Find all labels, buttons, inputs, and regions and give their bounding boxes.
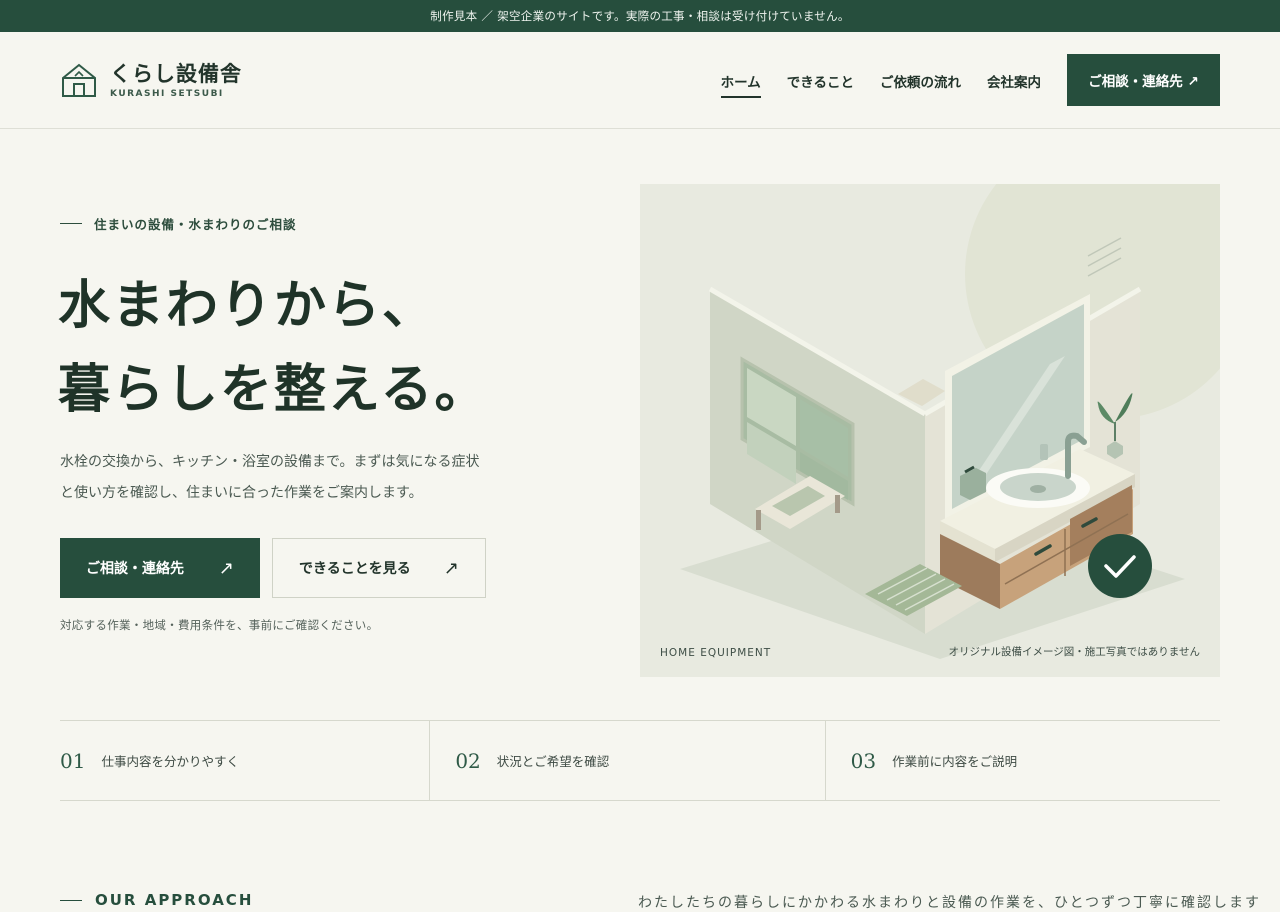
hero-headline: 水まわりから、 暮らしを整える。 <box>58 264 488 432</box>
contact-button[interactable]: ご相談・連絡先 ↗ <box>60 538 260 598</box>
hero-eyebrow: 住まいの設備・水まわりのご相談 <box>60 214 297 233</box>
site-header: くらし設備舎 KURASHI SETSUBI ホーム できること ご依頼の流れ … <box>0 32 1280 129</box>
services-button-label: できることを見る <box>299 561 411 577</box>
feature-label: 状況とご希望を確認 <box>496 754 610 769</box>
feature-item: 01 仕事内容を分かりやすく <box>60 721 429 800</box>
feature-label: 仕事内容を分かりやすく <box>101 754 239 769</box>
approach-text: わたしたちの暮らしにかかわる水まわりと設備の作業を、ひとつずつ丁寧に確認します <box>638 895 1262 911</box>
services-button[interactable]: できることを見る ↗ <box>272 538 486 598</box>
logo[interactable]: くらし設備舎 KURASHI SETSUBI <box>60 60 242 100</box>
bathroom-illustration: HOME EQUIPMENT オリジナル設備イメージ図・施工写真ではありません <box>640 184 1220 677</box>
notice-bar: 制作見本 ／ 架空企業のサイトです。実際の工事・相談は受け付けていません。 <box>0 0 1280 32</box>
logo-subtitle: KURASHI SETSUBI <box>110 88 224 99</box>
illustration-caption-right: オリジナル設備イメージ図・施工写真ではありません <box>948 646 1200 658</box>
illustration-caption-left: HOME EQUIPMENT <box>660 647 772 659</box>
check-circle-icon <box>1088 534 1152 598</box>
hero-section: 住まいの設備・水まわりのご相談 水まわりから、 暮らしを整える。 水栓の交換から… <box>0 129 1280 721</box>
approach-line <box>60 900 82 901</box>
headline-line-1: 水まわりから、 <box>58 275 437 336</box>
washroom-scene-image <box>680 184 1220 659</box>
approach-heading: OUR APPROACH <box>95 891 254 909</box>
contact-button-label: ご相談・連絡先 <box>86 561 184 577</box>
eyebrow-line <box>60 223 82 224</box>
eyebrow-text: 住まいの設備・水まわりのご相談 <box>94 217 297 232</box>
header-contact-button[interactable]: ご相談・連絡先 ↗ <box>1067 54 1220 106</box>
feature-number: 03 <box>850 748 877 773</box>
feature-item: 03 作業前に内容をご説明 <box>824 721 1220 800</box>
feature-number: 01 <box>60 748 86 773</box>
nav-services[interactable]: できること <box>787 71 854 91</box>
arrow-up-right-icon: ↗ <box>443 557 459 579</box>
hero-note: 対応する作業・地域・費用条件を、事前にご確認ください。 <box>60 618 379 632</box>
headline-line-2: 暮らしを整える。 <box>58 359 489 420</box>
arrow-up-right-icon: ↗ <box>218 557 234 579</box>
hero-lead: 水栓の交換から、キッチン・浴室の設備まで。まずは気になる症状と使い方を確認し、住… <box>60 454 480 501</box>
feature-strip: 01 仕事内容を分かりやすく 02 状況とご希望を確認 03 作業前に内容をご説… <box>60 720 1220 801</box>
feature-item: 02 状況とご希望を確認 <box>429 721 824 800</box>
feature-label: 作業前に内容をご説明 <box>892 754 1018 769</box>
feature-number: 02 <box>455 748 481 773</box>
notice-text: 制作見本 ／ 架空企業のサイトです。実際の工事・相談は受け付けていません。 <box>430 9 850 23</box>
house-logo-icon <box>62 63 96 97</box>
nav-home[interactable]: ホーム <box>720 71 761 98</box>
main-nav: ホーム できること ご依頼の流れ 会社案内 <box>720 32 1041 129</box>
logo-title: くらし設備舎 <box>110 61 242 86</box>
nav-flow[interactable]: ご依頼の流れ <box>880 71 961 91</box>
nav-company[interactable]: 会社案内 <box>987 71 1041 91</box>
